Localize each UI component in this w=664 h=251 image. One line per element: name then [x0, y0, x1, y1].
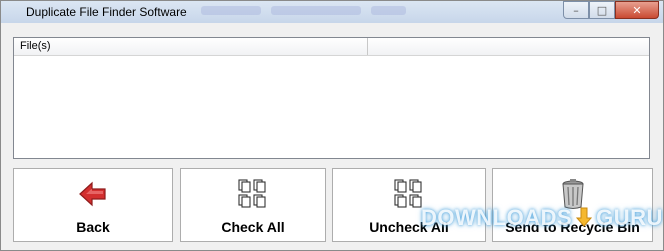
check-all-button-label: Check All: [221, 219, 285, 235]
window-controls: – □ ✕: [563, 1, 659, 19]
back-button-label: Back: [76, 219, 110, 235]
minimize-button[interactable]: –: [563, 1, 589, 19]
file-list[interactable]: File(s): [13, 37, 650, 159]
uncheck-all-icon: [392, 177, 426, 211]
uncheck-all-button[interactable]: Uncheck All: [332, 168, 486, 242]
window-title: Duplicate File Finder Software: [26, 5, 187, 19]
close-button[interactable]: ✕: [615, 1, 659, 19]
title-bar-blur-1: [201, 6, 261, 15]
column-header-2[interactable]: [368, 38, 649, 55]
send-to-recycle-bin-button[interactable]: Send to Recycle Bin: [492, 168, 653, 242]
send-to-recycle-bin-label: Send to Recycle Bin: [505, 219, 640, 235]
title-bar-blur-3: [371, 6, 406, 15]
title-bar-blur-2: [271, 6, 361, 15]
recycle-bin-icon: [556, 177, 590, 211]
column-header-files[interactable]: File(s): [14, 38, 368, 55]
back-arrow-icon: [76, 177, 110, 211]
check-all-icon: [236, 177, 270, 211]
check-all-button[interactable]: Check All: [180, 168, 326, 242]
app-window: Duplicate File Finder Software – □ ✕ Fil…: [0, 0, 664, 251]
file-list-header: File(s): [14, 38, 649, 56]
maximize-button[interactable]: □: [589, 1, 615, 19]
back-button[interactable]: Back: [13, 168, 173, 242]
title-bar[interactable]: Duplicate File Finder Software – □ ✕: [1, 1, 663, 23]
uncheck-all-button-label: Uncheck All: [369, 219, 449, 235]
